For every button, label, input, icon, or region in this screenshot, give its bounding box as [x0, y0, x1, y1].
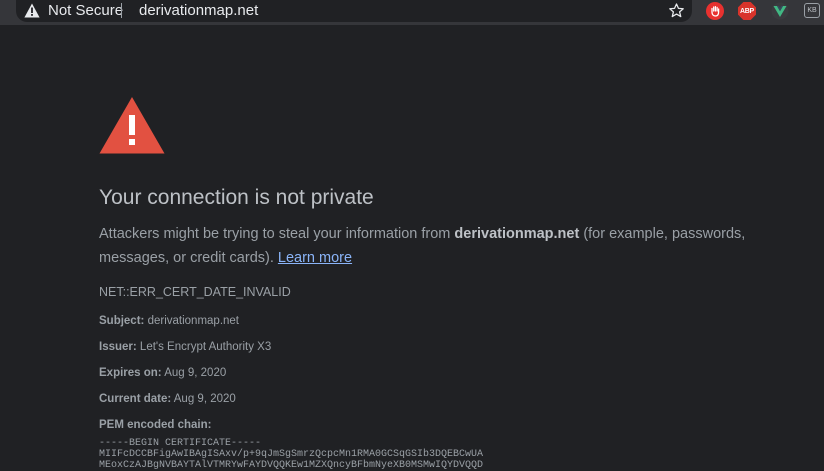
hand-icon	[711, 5, 720, 17]
browser-toolbar: Not Secure derivationmap.net ABP KB	[0, 0, 824, 25]
cert-detail-key: PEM encoded chain:	[99, 419, 212, 431]
pem-line: -----BEGIN CERTIFICATE-----	[99, 438, 262, 449]
url-text[interactable]: derivationmap.net	[139, 2, 258, 20]
vue-logo-icon	[771, 2, 789, 20]
cert-detail-key: Expires on:	[99, 367, 162, 379]
abp-label: ABP	[740, 7, 754, 15]
address-divider	[121, 3, 122, 18]
cert-detail-value: Aug 9, 2020	[164, 367, 227, 379]
cert-detail-value: Let's Encrypt Authority X3	[139, 341, 272, 353]
adblock-plus-extension-icon[interactable]: ABP	[738, 2, 756, 20]
learn-more-link[interactable]: Learn more	[278, 250, 352, 266]
error-description: Attackers might be trying to steal your …	[99, 222, 779, 270]
address-bar[interactable]: Not Secure derivationmap.net	[16, 0, 692, 22]
cert-issuer-row: Issuer: Let's Encrypt Authority X3	[99, 340, 271, 355]
description-domain: derivationmap.net	[454, 226, 580, 242]
description-prefix: Attackers might be trying to steal your …	[99, 226, 455, 242]
cert-detail-key: Subject:	[99, 315, 145, 327]
cert-detail-key: Current date:	[99, 393, 172, 405]
keyboard-extension-icon[interactable]: KB	[804, 3, 820, 18]
cert-current-date-row: Current date: Aug 9, 2020	[99, 392, 236, 407]
pem-line: MIIFcDCCBFigAwIBAgISAxv/p+9qJmSgSmrzQcpc…	[99, 449, 484, 460]
cert-subject-row: Subject: derivationmap.net	[99, 314, 239, 329]
pem-chain-row: PEM encoded chain:	[99, 418, 211, 433]
vue-devtools-extension-icon[interactable]	[771, 2, 789, 20]
cert-detail-value: Aug 9, 2020	[173, 393, 236, 405]
hand-stop-extension-icon[interactable]	[706, 2, 724, 20]
warning-icon[interactable]	[24, 3, 40, 18]
cert-expires-row: Expires on: Aug 9, 2020	[99, 366, 226, 381]
error-code: NET::ERR_CERT_DATE_INVALID	[99, 285, 291, 299]
security-status-label[interactable]: Not Secure	[48, 2, 123, 20]
page-title: Your connection is not private	[99, 186, 374, 209]
pem-line: MEoxCzAJBgNVBAYTAlVTMRYwFAYDVQQKEw1MZXQn…	[99, 460, 484, 471]
bookmark-star-icon[interactable]	[668, 2, 685, 19]
cert-detail-value: derivationmap.net	[147, 315, 239, 327]
cert-detail-key: Issuer:	[99, 341, 137, 353]
pem-certificate-text: -----BEGIN CERTIFICATE----- MIIFcDCCBFigA…	[99, 438, 483, 471]
warning-triangle-icon	[99, 97, 165, 154]
